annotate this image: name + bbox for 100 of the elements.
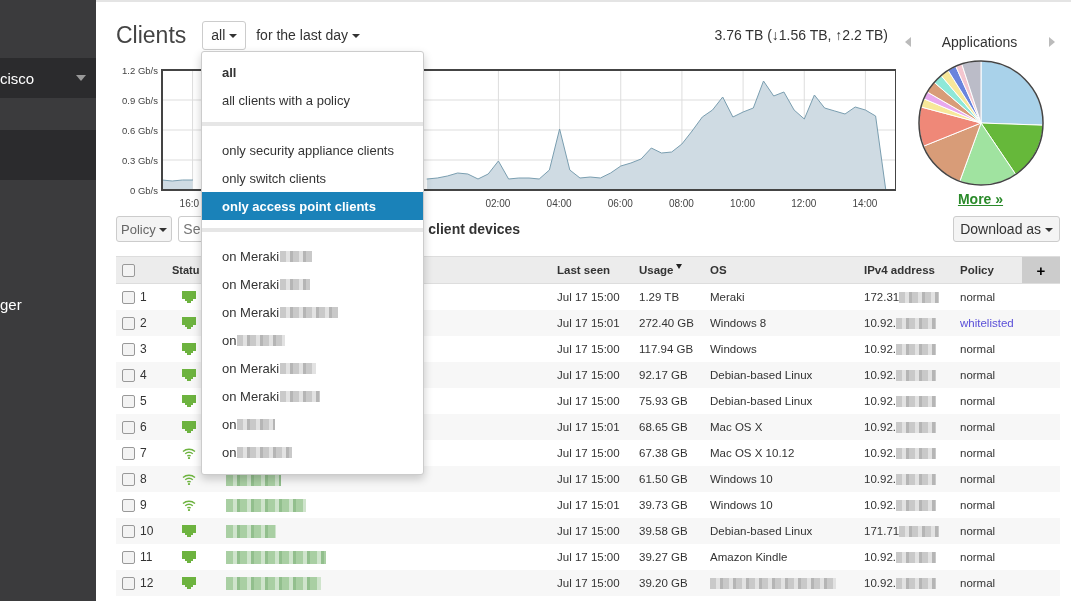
row-number: 12 <box>138 570 170 596</box>
table-cell: Jul 17 15:00 <box>555 518 637 544</box>
row-number: 2 <box>138 310 170 336</box>
row-number: 8 <box>138 466 170 492</box>
row-checkbox[interactable] <box>122 394 135 408</box>
row-checkbox[interactable] <box>122 446 135 460</box>
row-checkbox[interactable] <box>122 290 135 304</box>
table-cell: normal <box>958 388 1022 414</box>
filter-dropdown[interactable]: all <box>202 20 247 50</box>
sort-arrow-icon <box>675 264 682 269</box>
ip-address: 10.92. <box>864 551 896 563</box>
redacted-text <box>899 525 940 537</box>
table-cell: Jul 17 15:01 <box>555 492 637 518</box>
table-cell: Jul 17 15:00 <box>555 362 637 388</box>
redacted-text <box>896 317 936 329</box>
table-cell: Windows 8 <box>708 310 862 336</box>
table-cell: 1.29 TB <box>637 283 708 310</box>
menu-item[interactable]: only access point clients <box>202 192 423 220</box>
table-cell: 75.93 GB <box>637 388 708 414</box>
download-button[interactable]: Download as <box>953 216 1060 242</box>
menu-item[interactable]: on <box>202 410 423 438</box>
y-axis-label: 0.6 Gb/s <box>122 124 158 136</box>
ethernet-port-icon <box>182 369 196 381</box>
x-axis-label: 14:00 <box>852 198 878 209</box>
table-cell: Windows 10 <box>708 492 862 518</box>
menu-item[interactable]: all clients with a policy <box>202 86 423 114</box>
policy-dropdown[interactable]: Policy <box>116 216 173 242</box>
table-cell: Debian-based Linux <box>708 518 862 544</box>
column-header[interactable]: Last seen <box>555 256 637 284</box>
menu-item[interactable]: only security appliance clients <box>202 136 423 164</box>
row-number: 9 <box>138 492 170 518</box>
ip-address: 172.31 <box>864 291 900 303</box>
table-cell: Mac OS X <box>708 414 862 440</box>
table-cell: 68.65 GB <box>637 414 708 440</box>
redacted-text <box>896 447 936 459</box>
table-cell: Meraki <box>708 283 862 310</box>
redacted-text <box>896 369 936 381</box>
usage-totals: 3.76 TB (↓1.56 TB, ↑2.2 TB) <box>714 27 888 43</box>
row-checkbox[interactable] <box>122 316 135 330</box>
row-checkbox[interactable] <box>122 550 135 564</box>
ethernet-port-icon <box>182 421 196 433</box>
row-checkbox[interactable] <box>122 342 135 356</box>
x-axis-label: 16:0 <box>179 198 200 209</box>
ethernet-port-icon <box>182 343 196 355</box>
menu-item[interactable]: on Meraki <box>202 382 423 410</box>
table-cell: normal <box>958 362 1022 388</box>
row-checkbox[interactable] <box>122 498 135 512</box>
table-cell: Amazon Kindle <box>708 544 862 570</box>
table-cell: Windows <box>708 336 862 362</box>
row-checkbox[interactable] <box>122 368 135 382</box>
menu-item[interactable]: only switch clients <box>202 164 423 192</box>
redacted-text <box>896 499 936 511</box>
table-cell: normal <box>958 492 1022 518</box>
table-cell: normal <box>958 440 1022 466</box>
caret-icon <box>76 75 86 81</box>
ethernet-port-icon <box>182 317 196 329</box>
ip-address: 10.92. <box>864 577 896 589</box>
table-cell: 39.73 GB <box>637 492 708 518</box>
sidebar-item[interactable]: cisco <box>0 58 96 98</box>
table-cell: Jul 17 15:00 <box>555 440 637 466</box>
table-cell: Mac OS X 10.12 <box>708 440 862 466</box>
table-cell: 272.40 GB <box>637 310 708 336</box>
menu-item[interactable]: on <box>202 438 423 466</box>
table-cell: Jul 17 15:01 <box>555 414 637 440</box>
table-cell: 39.27 GB <box>637 544 708 570</box>
table-cell: normal <box>958 336 1022 362</box>
column-header[interactable]: Usage <box>637 256 708 284</box>
row-checkbox[interactable] <box>122 420 135 434</box>
row-number: 5 <box>138 388 170 414</box>
ethernet-port-icon <box>182 395 196 407</box>
previous-arrow-icon[interactable] <box>904 37 911 47</box>
table-cell: Jul 17 15:00 <box>555 388 637 414</box>
column-header[interactable]: IPv4 address <box>862 256 958 284</box>
table-cell: normal <box>958 544 1022 570</box>
ethernet-port-icon <box>182 291 196 303</box>
row-checkbox[interactable] <box>122 472 135 486</box>
menu-item[interactable]: on Meraki <box>202 298 423 326</box>
row-checkbox[interactable] <box>122 524 135 538</box>
period-dropdown[interactable]: for the last day <box>250 26 366 44</box>
row-number: 7 <box>138 440 170 466</box>
redacted-text <box>896 577 936 589</box>
menu-item[interactable]: on <box>202 326 423 354</box>
menu-item[interactable]: all <box>202 58 423 86</box>
ip-address: 171.71 <box>864 525 900 537</box>
column-header[interactable]: OS <box>708 256 862 284</box>
table-cell: 39.58 GB <box>637 518 708 544</box>
more-link[interactable]: More » <box>957 191 1004 207</box>
menu-item[interactable]: on Meraki <box>202 354 423 382</box>
next-arrow-icon[interactable] <box>1048 37 1055 47</box>
ip-address: 10.92. <box>864 499 896 511</box>
x-axis-label: 04:00 <box>546 198 572 209</box>
table-cell: Jul 17 15:00 <box>555 544 637 570</box>
select-all-checkbox[interactable] <box>122 263 135 277</box>
table-cell: normal <box>958 518 1022 544</box>
column-header[interactable]: Policy <box>958 256 1022 284</box>
ip-address: 10.92. <box>864 421 896 433</box>
x-axis-label: 12:00 <box>791 198 817 209</box>
row-checkbox[interactable] <box>122 576 135 590</box>
ip-address: 10.92. <box>864 447 896 459</box>
redacted-text <box>896 395 936 407</box>
